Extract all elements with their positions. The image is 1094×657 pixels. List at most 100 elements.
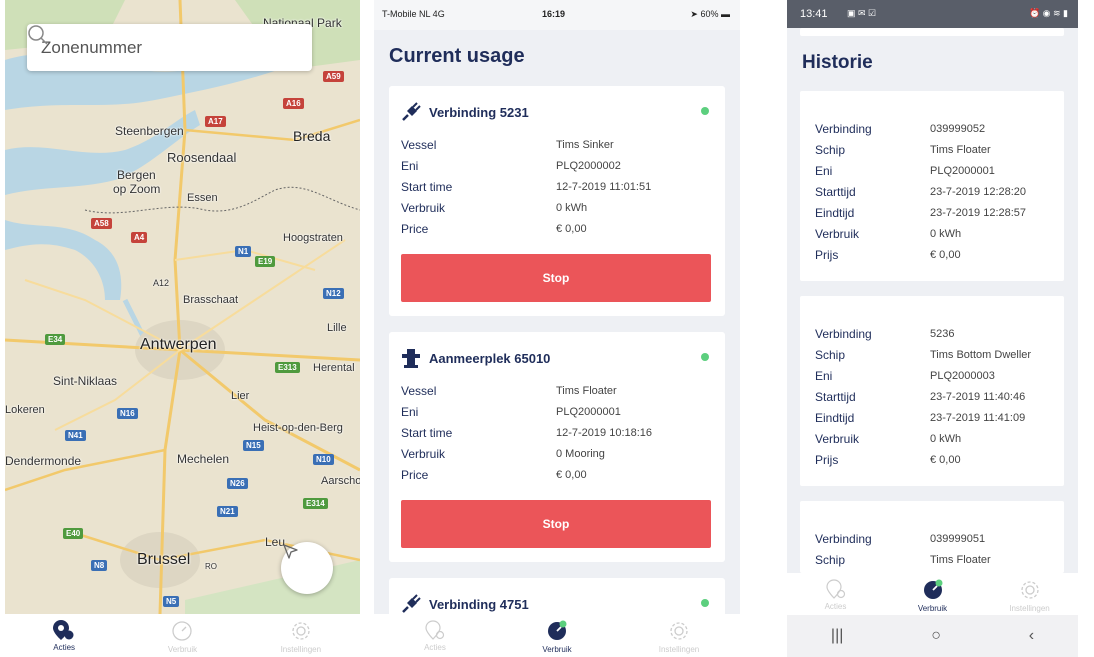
tab-bar: Acties Verbruik Instellingen <box>787 573 1078 615</box>
tab-instellingen[interactable]: Instellingen <box>981 573 1078 615</box>
history-card[interactable]: Verbinding 5236 Schip Tims Bottom Dwelle… <box>800 296 1064 486</box>
field-label: Verbruik <box>815 227 860 241</box>
field-value: PLQ2000003 <box>930 370 995 382</box>
active-status-dot <box>701 107 709 115</box>
tab-acties[interactable]: Acties <box>374 614 496 657</box>
map-label: Herental <box>313 362 355 374</box>
map-label: Lokeren <box>5 404 45 416</box>
road-shield: A17 <box>205 116 226 127</box>
history-screen: 13:41 ▣ ✉ ☑ ⏰ ◉ ≋ ▮ Historie Verbinding … <box>787 0 1078 657</box>
road-shield: E19 <box>255 256 276 267</box>
field-value: 039999052 <box>930 123 986 135</box>
page-title: Historie <box>802 52 873 73</box>
bollard-icon <box>402 349 420 368</box>
field-value: 23-7-2019 11:41:09 <box>930 412 1026 424</box>
map-pin-plug-icon <box>825 579 845 599</box>
back-button[interactable]: ‹ <box>1029 627 1034 645</box>
field-value: Tims Floater <box>930 554 991 566</box>
tab-label: Acties <box>53 643 76 652</box>
road-shield: A58 <box>91 218 112 229</box>
road-shield: N10 <box>313 454 334 465</box>
current-usage-screen: T-Mobile NL 4G 16:19 ➤ 60% ▬ Current usa… <box>374 0 740 657</box>
road-shield: E313 <box>275 362 300 373</box>
gear-icon <box>292 622 310 640</box>
field-label: Verbinding <box>815 532 872 546</box>
field-label: Verbinding <box>815 122 872 136</box>
field-label: Starttijd <box>815 185 856 199</box>
field-label: Eni <box>815 164 833 178</box>
field-value: 0 kWh <box>930 433 962 445</box>
gear-icon <box>670 622 688 640</box>
active-status-dot <box>701 599 709 607</box>
tab-instellingen[interactable]: Instellingen <box>618 614 740 657</box>
field-value: Tims Bottom Dweller <box>930 349 1032 361</box>
field-value: 0 kWh <box>930 228 962 240</box>
field-value: PLQ2000002 <box>556 160 621 172</box>
map-label: Brasschaat <box>183 294 239 306</box>
road-shield: A4 <box>131 232 148 243</box>
search-input[interactable]: Zonenummer <box>27 24 312 71</box>
map-label: Dendermonde <box>5 454 82 468</box>
field-label: Verbruik <box>401 201 446 215</box>
tab-instellingen[interactable]: Instellingen <box>242 614 360 657</box>
gear-icon <box>1020 581 1039 599</box>
field-value: 12-7-2019 10:18:16 <box>556 427 653 439</box>
field-label: Eni <box>815 369 833 383</box>
system-icons: ⏰ ◉ ≋ ▮ <box>1028 8 1068 18</box>
gauge-icon <box>548 620 567 640</box>
tab-label: Instellingen <box>280 645 322 654</box>
field-value: 039999051 <box>930 533 986 545</box>
my-location-button[interactable] <box>281 542 333 594</box>
field-label: Schip <box>815 553 846 567</box>
history-card[interactable]: Verbinding 039999051 Schip Tims Floater <box>800 501 1064 573</box>
field-label: Vessel <box>401 138 437 152</box>
map-graphics <box>5 0 360 614</box>
tab-label: Verbruik <box>542 645 572 654</box>
tab-verbruik[interactable]: Verbruik <box>496 614 618 657</box>
battery: ➤ 60% ▬ <box>690 9 730 19</box>
tab-verbruik[interactable]: Verbruik <box>123 614 241 657</box>
road-shield: N26 <box>227 478 248 489</box>
road-shield: N16 <box>117 408 138 419</box>
status-bar: 13:41 ▣ ✉ ☑ ⏰ ◉ ≋ ▮ <box>787 0 1078 28</box>
search-placeholder: Zonenummer <box>41 37 143 57</box>
history-card[interactable]: Verbinding 039999052 Schip Tims Floater … <box>800 91 1064 281</box>
field-label: Prijs <box>815 453 839 467</box>
notification-icons: ▣ ✉ ☑ <box>847 8 877 18</box>
usage-card: Aanmeerplek 65010 Vessel Tims Floater En… <box>389 332 725 562</box>
map-pin-plug-icon <box>53 620 74 640</box>
stop-button[interactable]: Stop <box>401 254 711 302</box>
field-value: PLQ2000001 <box>930 165 995 177</box>
home-button[interactable]: ○ <box>931 627 941 645</box>
usage-card: Verbinding 5231 Vessel Tims Sinker Eni P… <box>389 86 725 316</box>
tab-label: Verbruik <box>917 604 948 613</box>
field-value: € 0,00 <box>556 469 587 481</box>
field-value: 23-7-2019 11:40:46 <box>930 391 1026 403</box>
history-card-partial <box>800 28 1064 36</box>
plug-icon <box>402 594 421 613</box>
map-view[interactable]: Nationaal Park sch Steenbergen Breda Roo… <box>5 0 360 614</box>
tab-label: Instellingen <box>658 645 700 654</box>
map-label: Antwerpen <box>140 336 217 353</box>
tab-verbruik[interactable]: Verbruik <box>884 573 981 615</box>
field-label: Start time <box>401 180 453 194</box>
field-value: 0 Mooring <box>556 448 605 460</box>
map-label: Heist-op-den-Berg <box>253 422 343 434</box>
field-label: Vessel <box>401 384 437 398</box>
stop-button[interactable]: Stop <box>401 500 711 548</box>
map-label: Steenbergen <box>115 124 184 138</box>
tab-label: Verbruik <box>167 645 198 654</box>
field-value: 23-7-2019 12:28:20 <box>930 186 1027 198</box>
card-title: Verbinding 5231 <box>429 104 529 120</box>
road-shield: N21 <box>217 506 238 517</box>
tab-bar: Acties Verbruik Instellingen <box>374 614 740 657</box>
status-bar: T-Mobile NL 4G 16:19 ➤ 60% ▬ <box>374 0 740 30</box>
road-shield: N1 <box>235 246 252 257</box>
road-shield: N12 <box>323 288 344 299</box>
tab-acties[interactable]: Acties <box>5 614 123 657</box>
map-label: Lille <box>327 322 347 334</box>
navigation-arrow-icon <box>283 544 298 559</box>
search-icon <box>28 25 48 45</box>
tab-acties[interactable]: Acties <box>787 573 884 615</box>
recent-apps-button[interactable]: ||| <box>831 627 843 645</box>
